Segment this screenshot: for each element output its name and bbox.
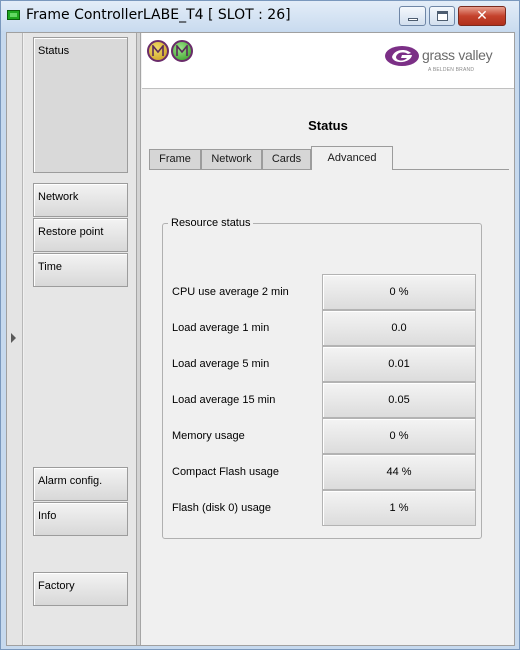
sidebar: Status Network Restore point Time Alarm … <box>24 33 137 645</box>
app-window: Frame ControllerLABE_T4 [ SLOT : 26] ✕ S… <box>0 0 520 650</box>
logo-brand: grass valley <box>422 47 493 63</box>
sidebar-item-restore-point[interactable]: Restore point <box>33 218 128 252</box>
row-label-load-5: Load average 5 min <box>172 358 270 370</box>
collapse-strip[interactable] <box>7 33 23 645</box>
sidebar-item-factory[interactable]: Factory <box>33 572 128 606</box>
tab-frame[interactable]: Frame <box>149 149 201 169</box>
monitor-icon <box>7 10 20 20</box>
close-button[interactable]: ✕ <box>458 6 506 26</box>
row-label-compact-flash: Compact Flash usage <box>172 466 279 478</box>
logo-tagline: A BELDEN BRAND <box>428 67 475 73</box>
row-value-load-15: 0.05 <box>322 382 476 418</box>
client-area: Status Network Restore point Time Alarm … <box>6 32 515 646</box>
main-panel: grass valley A BELDEN BRAND Status Frame… <box>142 33 514 645</box>
row-label-load-1: Load average 1 min <box>172 322 270 334</box>
window-title: Frame ControllerLABE_T4 [ SLOT : 26] <box>26 7 291 23</box>
sidebar-item-status[interactable]: Status <box>33 37 128 173</box>
row-value-cpu: 0 % <box>322 274 476 310</box>
panel-splitter[interactable] <box>137 33 141 645</box>
status-ok-icon[interactable] <box>171 40 193 62</box>
tab-network[interactable]: Network <box>201 149 262 169</box>
maximize-button[interactable] <box>429 6 455 26</box>
row-label-memory: Memory usage <box>172 430 245 442</box>
sidebar-item-info[interactable]: Info <box>33 502 128 536</box>
title-bar[interactable]: Frame ControllerLABE_T4 [ SLOT : 26] ✕ <box>1 1 519 31</box>
row-value-load-1: 0.0 <box>322 310 476 346</box>
row-value-flash-disk0: 1 % <box>322 490 476 526</box>
chevron-right-icon[interactable] <box>11 333 16 343</box>
row-value-load-5: 0.01 <box>322 346 476 382</box>
row-label-flash-disk0: Flash (disk 0) usage <box>172 502 272 514</box>
tab-bar: Frame Network Cards Advanced <box>149 146 509 170</box>
sidebar-item-alarm-config[interactable]: Alarm config. <box>33 467 128 501</box>
row-value-memory: 0 % <box>322 418 476 454</box>
logo-mark-icon <box>385 46 419 66</box>
group-legend: Resource status <box>168 217 254 229</box>
maximize-icon <box>437 11 448 21</box>
row-value-compact-flash: 44 % <box>322 454 476 490</box>
tab-cards[interactable]: Cards <box>262 149 311 169</box>
minimize-button[interactable] <box>399 6 426 26</box>
grass-valley-logo: grass valley A BELDEN BRAND <box>384 43 509 81</box>
tab-advanced[interactable]: Advanced <box>311 146 393 170</box>
row-label-cpu: CPU use average 2 min <box>172 286 289 298</box>
row-label-load-15: Load average 15 min <box>172 394 276 406</box>
sidebar-item-time[interactable]: Time <box>33 253 128 287</box>
sidebar-item-network[interactable]: Network <box>33 183 128 217</box>
status-ok-icon[interactable] <box>147 40 169 62</box>
close-icon: ✕ <box>476 8 488 24</box>
resource-status-group: Resource status CPU use average 2 min 0 … <box>162 217 482 539</box>
header-band: grass valley A BELDEN BRAND <box>142 33 514 89</box>
page-title: Status <box>308 118 348 133</box>
minimize-icon <box>408 18 418 21</box>
